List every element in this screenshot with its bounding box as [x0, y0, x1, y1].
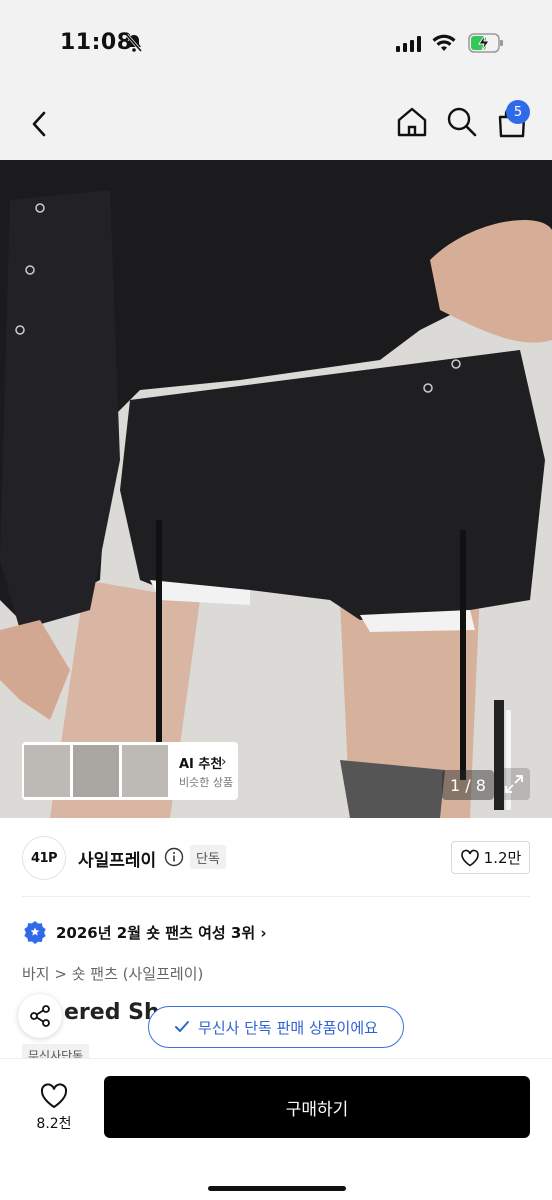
heart-icon — [460, 849, 479, 866]
brand-like-button[interactable]: 1.2만 — [451, 841, 530, 874]
breadcrumb[interactable]: 바지 > 숏 팬츠 (사일프레이) — [22, 963, 203, 984]
search-button[interactable] — [444, 104, 480, 140]
info-icon[interactable] — [164, 847, 184, 871]
wishlist-button[interactable]: 8.2천 — [22, 1078, 86, 1138]
brand-logo[interactable]: 41P — [22, 836, 66, 880]
cellular-signal-icon — [396, 36, 422, 56]
thumbnail-2[interactable] — [73, 745, 119, 797]
expand-button[interactable] — [498, 768, 530, 800]
buy-button[interactable]: 구매하기 — [104, 1076, 530, 1138]
expand-icon — [505, 775, 523, 793]
toast-text: 무신사 단독 판매 상품이에요 — [198, 1018, 378, 1037]
thumbnail-1[interactable] — [24, 745, 70, 797]
ranking-badge-icon — [24, 920, 46, 950]
image-page-counter: 1 / 8 — [442, 770, 494, 800]
back-button[interactable] — [22, 106, 58, 142]
brand-name[interactable]: 사일프레이 — [78, 846, 156, 871]
home-indicator — [208, 1186, 346, 1191]
bell-muted-icon — [124, 33, 144, 57]
wishlist-count: 8.2천 — [36, 1116, 72, 1132]
home-button[interactable] — [394, 104, 430, 140]
ranking-text: 2026년 2월 숏 팬츠 여성 3위 — [56, 924, 256, 942]
ai-recommend-subtitle: 비슷한 상품 — [179, 775, 234, 789]
exclusive-tag: 단독 — [190, 845, 226, 869]
search-icon — [447, 107, 477, 137]
product-image[interactable] — [0, 160, 552, 818]
heart-icon — [40, 1083, 68, 1109]
exclusive-toast: 무신사 단독 판매 상품이에요 — [148, 1006, 404, 1048]
thumbnail-3[interactable] — [122, 745, 168, 797]
battery-charging-icon — [468, 33, 504, 57]
share-button[interactable] — [18, 994, 62, 1038]
status-time: 11:08 — [60, 30, 133, 55]
share-icon — [30, 1005, 50, 1027]
check-icon — [175, 1021, 190, 1032]
status-bar: 11:08 — [0, 0, 552, 88]
divider — [22, 896, 530, 897]
brand-like-count: 1.2만 — [483, 849, 522, 867]
chevron-left-icon — [32, 111, 46, 137]
chevron-right-icon: › — [260, 924, 267, 942]
product-title: ered Sh — [64, 1000, 160, 1025]
home-icon — [397, 107, 427, 137]
top-navigation — [0, 88, 552, 160]
cart-count-badge: 5 — [506, 100, 530, 124]
chevron-right-icon: › — [221, 754, 227, 770]
ai-recommend-strip[interactable]: AI 추천 비슷한 상품 — [22, 742, 238, 800]
ranking-link[interactable]: 2026년 2월 숏 팬츠 여성 3위 › — [56, 922, 267, 943]
wifi-icon — [432, 34, 456, 56]
product-photo — [0, 160, 552, 818]
